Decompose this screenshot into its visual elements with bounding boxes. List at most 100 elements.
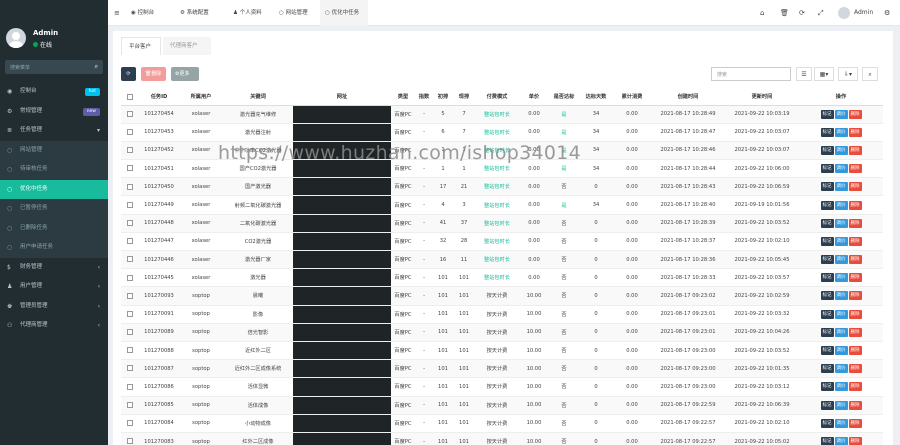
mark-button[interactable]: 标记 bbox=[820, 437, 834, 445]
toggle-view-icon[interactable]: ☰ bbox=[796, 67, 812, 81]
row-checkbox[interactable] bbox=[121, 304, 139, 324]
price-button[interactable]: 调价 bbox=[834, 327, 848, 337]
fullscreen-icon[interactable]: ⤢ bbox=[818, 0, 824, 26]
price-button[interactable]: 调价 bbox=[834, 309, 848, 319]
delete-row-button[interactable]: 删除 bbox=[848, 218, 862, 228]
settings-icon[interactable]: ⚙ bbox=[884, 0, 890, 26]
sidebar-item[interactable]: ○ 待审核任务 bbox=[0, 160, 108, 180]
price-button[interactable]: 调价 bbox=[834, 437, 848, 445]
mark-button[interactable]: 标记 bbox=[820, 364, 834, 374]
mark-button[interactable]: 标记 bbox=[820, 418, 834, 428]
row-checkbox[interactable] bbox=[121, 140, 139, 160]
sidebar-toggle-icon[interactable]: ≡ bbox=[114, 0, 120, 26]
select-all-checkbox[interactable] bbox=[121, 89, 139, 106]
sidebar-item[interactable]: ○ 网站管理 bbox=[0, 140, 108, 160]
mark-button[interactable]: 标记 bbox=[820, 200, 834, 210]
price-button[interactable]: 调价 bbox=[834, 164, 848, 174]
mark-button[interactable]: 标记 bbox=[820, 346, 834, 356]
row-checkbox[interactable] bbox=[121, 377, 139, 396]
more-button[interactable]: ⚙更多 bbox=[171, 67, 199, 81]
price-button[interactable]: 调价 bbox=[834, 273, 848, 283]
avatar[interactable] bbox=[6, 28, 26, 48]
search-icon[interactable]: ⌕ bbox=[95, 63, 98, 71]
price-button[interactable]: 调价 bbox=[834, 255, 848, 265]
delete-row-button[interactable]: 删除 bbox=[848, 127, 862, 137]
mark-button[interactable]: 标记 bbox=[820, 182, 834, 192]
mark-button[interactable]: 标记 bbox=[820, 255, 834, 265]
delete-row-button[interactable]: 删除 bbox=[848, 145, 862, 155]
price-button[interactable]: 调价 bbox=[834, 418, 848, 428]
column-header[interactable]: 付费模式 bbox=[475, 89, 519, 106]
row-checkbox[interactable] bbox=[121, 213, 139, 233]
admin-name[interactable]: Admin bbox=[854, 0, 873, 26]
sidebar-item[interactable]: $ 财务管理 ‹ bbox=[0, 258, 108, 278]
row-checkbox[interactable] bbox=[121, 195, 139, 215]
search-icon[interactable]: ⌕ bbox=[862, 67, 878, 81]
column-header[interactable]: 类型 bbox=[391, 89, 415, 106]
table-search-input[interactable]: 搜索 bbox=[711, 67, 791, 81]
sidebar-search[interactable]: 搜索菜单 ⌕ bbox=[5, 60, 103, 74]
delete-row-button[interactable]: 删除 bbox=[848, 109, 862, 119]
mark-button[interactable]: 标记 bbox=[820, 236, 834, 246]
delete-row-button[interactable]: 删除 bbox=[848, 437, 862, 445]
mark-button[interactable]: 标记 bbox=[820, 127, 834, 137]
row-checkbox[interactable] bbox=[121, 249, 139, 269]
row-checkbox[interactable] bbox=[121, 322, 139, 342]
delete-row-button[interactable]: 删除 bbox=[848, 327, 862, 337]
nav-profile[interactable]: ♟ 个人资料 bbox=[229, 0, 273, 26]
delete-row-button[interactable]: 删除 bbox=[848, 200, 862, 210]
row-checkbox[interactable] bbox=[121, 431, 139, 445]
row-checkbox[interactable] bbox=[121, 268, 139, 287]
delete-row-button[interactable]: 删除 bbox=[848, 309, 862, 319]
price-button[interactable]: 调价 bbox=[834, 127, 848, 137]
nav-site-manage[interactable]: ○ 网站管理 bbox=[275, 0, 317, 26]
column-header[interactable]: 网址 bbox=[293, 89, 391, 106]
column-header[interactable]: 任务ID bbox=[139, 89, 179, 106]
row-checkbox[interactable] bbox=[121, 231, 139, 251]
tab-platform-customers[interactable]: 平台客户 bbox=[121, 37, 161, 55]
price-button[interactable]: 调价 bbox=[834, 382, 848, 392]
mark-button[interactable]: 标记 bbox=[820, 145, 834, 155]
mark-button[interactable]: 标记 bbox=[820, 273, 834, 283]
mark-button[interactable]: 标记 bbox=[820, 291, 834, 301]
sidebar-item[interactable]: ○ 用户申请任务 bbox=[0, 238, 108, 258]
price-button[interactable]: 调价 bbox=[834, 236, 848, 246]
price-button[interactable]: 调价 bbox=[834, 346, 848, 356]
column-header[interactable]: 初排 bbox=[433, 89, 453, 106]
mark-button[interactable]: 标记 bbox=[820, 327, 834, 337]
price-button[interactable]: 调价 bbox=[834, 145, 848, 155]
row-checkbox[interactable] bbox=[121, 340, 139, 360]
mark-button[interactable]: 标记 bbox=[820, 309, 834, 319]
mark-button[interactable]: 标记 bbox=[820, 109, 834, 119]
column-header[interactable]: 达标天数 bbox=[579, 89, 613, 106]
columns-icon[interactable]: ▦▾ bbox=[814, 67, 834, 81]
mark-button[interactable]: 标记 bbox=[820, 382, 834, 392]
column-header[interactable]: 现排 bbox=[453, 89, 475, 106]
price-button[interactable]: 调价 bbox=[834, 218, 848, 228]
price-button[interactable]: 调价 bbox=[834, 400, 848, 410]
row-checkbox[interactable] bbox=[121, 395, 139, 415]
nav-system-config[interactable]: ⚙ 系统配置 bbox=[176, 0, 218, 26]
row-checkbox[interactable] bbox=[121, 413, 139, 433]
delete-row-button[interactable]: 删除 bbox=[848, 400, 862, 410]
admin-avatar[interactable] bbox=[838, 7, 850, 19]
delete-row-button[interactable]: 删除 bbox=[848, 182, 862, 192]
sidebar-item[interactable]: ⚙ 常规管理 new bbox=[0, 102, 108, 122]
delete-row-button[interactable]: 删除 bbox=[848, 164, 862, 174]
delete-row-button[interactable]: 删除 bbox=[848, 418, 862, 428]
column-header[interactable]: 创建时间 bbox=[651, 89, 725, 106]
refresh-icon[interactable]: ⟳ bbox=[799, 0, 805, 26]
delete-button[interactable]: 🗑删除 bbox=[141, 67, 166, 81]
column-header[interactable]: 所属用户 bbox=[179, 89, 223, 106]
delete-row-button[interactable]: 删除 bbox=[848, 364, 862, 374]
column-header[interactable]: 更新时间 bbox=[725, 89, 799, 106]
sidebar-item[interactable]: ♟ 用户管理 ‹ bbox=[0, 277, 108, 297]
column-header[interactable]: 指数 bbox=[415, 89, 433, 106]
price-button[interactable]: 调价 bbox=[834, 182, 848, 192]
price-button[interactable]: 调价 bbox=[834, 200, 848, 210]
delete-row-button[interactable]: 删除 bbox=[848, 273, 862, 283]
column-header[interactable]: 操作 bbox=[799, 89, 883, 106]
delete-row-button[interactable]: 删除 bbox=[848, 291, 862, 301]
row-checkbox[interactable] bbox=[121, 177, 139, 196]
nav-optimizing-tasks[interactable]: ○ 优化中任务 bbox=[320, 0, 368, 26]
